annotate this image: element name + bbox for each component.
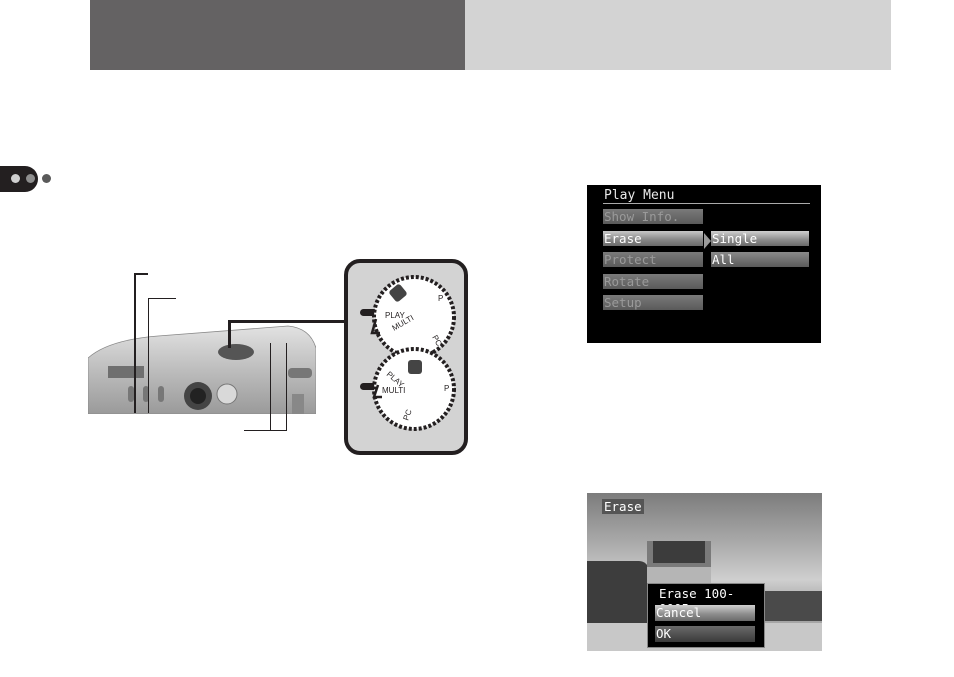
erase-mode-label: Erase <box>602 499 644 514</box>
erase-dialog: Erase 100-0005 Cancel OK <box>647 583 765 648</box>
dot-icon <box>26 174 35 183</box>
leader-line <box>134 273 148 275</box>
leader-line <box>228 320 231 348</box>
mode-dial-figure: PLAY MULTI P PC PLAY MULTI P PC <box>344 259 468 455</box>
leader-line <box>228 320 346 323</box>
cancel-button[interactable]: Cancel <box>655 605 755 621</box>
submenu-item-all[interactable]: All <box>711 252 809 267</box>
menu-item-protect[interactable]: Protect <box>603 252 703 267</box>
header-band-light <box>465 0 891 70</box>
leader-line <box>244 430 287 431</box>
dot-icon <box>11 174 20 183</box>
dial-label-p: P <box>438 294 443 303</box>
leader-line <box>148 298 149 413</box>
dial-label-p: P <box>444 384 449 393</box>
leader-line <box>134 273 136 413</box>
dot-icon <box>42 174 51 183</box>
title-divider <box>603 203 810 204</box>
menu-item-show-info[interactable]: Show Info. <box>603 209 703 224</box>
menu-item-setup[interactable]: Setup <box>603 295 703 310</box>
play-menu-title: Play Menu <box>604 188 675 203</box>
header-band-dark <box>90 0 465 70</box>
menu-item-erase[interactable]: Erase <box>603 231 703 246</box>
mode-dial-illustration: PLAY MULTI P PC PLAY MULTI P PC <box>360 275 456 431</box>
camera-photo <box>88 325 316 414</box>
dial-label-multi: MULTI <box>382 386 405 395</box>
leader-line <box>148 298 176 299</box>
trees-left <box>587 561 649 631</box>
menu-item-rotate[interactable]: Rotate <box>603 274 703 289</box>
play-menu-screen: Play Menu Show Info. Erase Protect Rotat… <box>587 185 821 343</box>
submenu-item-single[interactable]: Single <box>711 231 809 246</box>
leader-line <box>286 343 287 431</box>
erase-confirm-screen: Erase Erase 100-0005 Cancel OK <box>587 493 822 651</box>
trees-right <box>762 591 822 621</box>
leader-line <box>270 343 271 431</box>
building-roof <box>653 541 705 563</box>
ok-button[interactable]: OK <box>655 626 755 642</box>
submenu-arrow-icon <box>704 233 711 249</box>
